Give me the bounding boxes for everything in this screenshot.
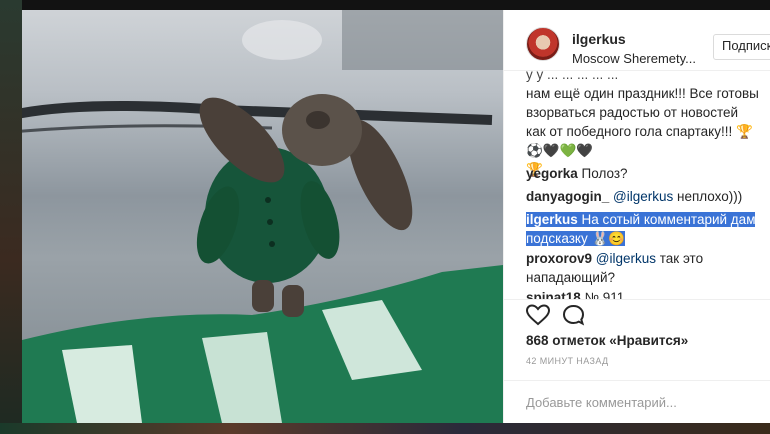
- sweater-button-1: [265, 197, 271, 203]
- post-photo[interactable]: [22, 10, 503, 423]
- post-username[interactable]: ilgerkus: [572, 31, 626, 47]
- post-location[interactable]: Moscow Sheremety...: [572, 51, 696, 66]
- heart-icon[interactable]: [526, 304, 550, 326]
- comment-user[interactable]: yegorka: [526, 166, 578, 181]
- list-item: proxorov9 @ilgerkus так это нападающий?: [526, 249, 761, 287]
- bear-head: [282, 94, 362, 166]
- backdrop-left: [0, 0, 22, 434]
- list-item: spinat18 № 911: [526, 288, 761, 299]
- comment-user[interactable]: danyagogin_: [526, 189, 609, 204]
- list-item: yegorka Полоз?: [526, 164, 761, 183]
- sweater-button-3: [269, 241, 275, 247]
- caption-text: у у ... ... ... ... ... нам ещё один пра…: [526, 71, 759, 177]
- follow-button[interactable]: Подписк: [713, 34, 770, 60]
- post-side-panel: ilgerkus Moscow Sheremety... Подписк у у…: [503, 10, 770, 423]
- avatar[interactable]: [526, 27, 560, 61]
- comment-user[interactable]: spinat18: [526, 290, 581, 299]
- sweater-button-2: [267, 219, 273, 225]
- add-comment-placeholder: Добавьте комментарий...: [526, 395, 677, 410]
- backdrop-bottom: [0, 423, 770, 434]
- list-item: ilgerkus На сотый комментарий дам подска…: [526, 210, 761, 248]
- comment-mention[interactable]: @ilgerkus: [609, 189, 673, 204]
- comment-user[interactable]: proxorov9: [526, 251, 592, 266]
- window-frame: [22, 101, 493, 125]
- bear-right-leg: [282, 285, 304, 317]
- list-item: danyagogin_ @ilgerkus неплохо))): [526, 187, 761, 206]
- comment-user[interactable]: ilgerkus: [526, 212, 578, 227]
- post-timestamp[interactable]: 42 МИНУТ НАЗАД: [526, 356, 609, 366]
- terminal-blur: [342, 10, 503, 70]
- likes-count[interactable]: 868 отметок «Нравится»: [526, 333, 688, 348]
- airplane-blur: [242, 20, 322, 60]
- divider: [504, 299, 770, 300]
- caption-body: нам ещё один праздник!!! Все готовы взор…: [526, 86, 759, 158]
- comments-list[interactable]: у у ... ... ... ... ... нам ещё один пра…: [504, 71, 770, 299]
- comment-text: Полоз?: [577, 166, 628, 181]
- comment-text: № 911: [580, 290, 625, 299]
- comment-text: неплохо))): [673, 189, 743, 204]
- bear-nose: [306, 111, 330, 129]
- comment-bubble-icon[interactable]: [562, 304, 585, 326]
- post-header: ilgerkus Moscow Sheremety... Подписк: [504, 10, 770, 71]
- teddy-bear-photo: [22, 10, 503, 423]
- bear-left-leg: [252, 280, 274, 312]
- comment-mention[interactable]: @ilgerkus: [592, 251, 656, 266]
- add-comment-field[interactable]: Добавьте комментарий...: [504, 380, 770, 424]
